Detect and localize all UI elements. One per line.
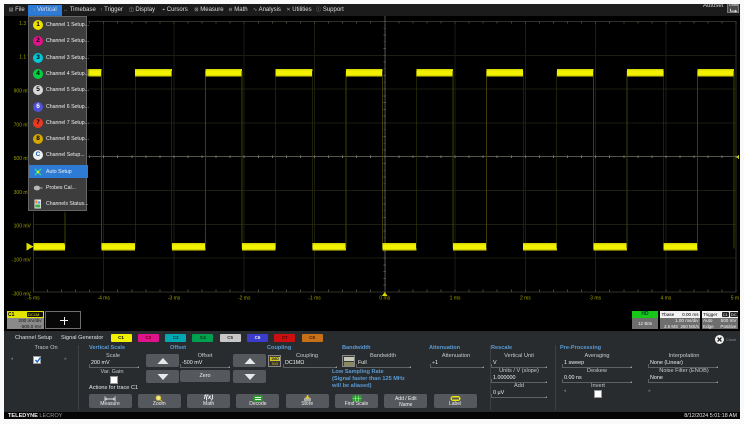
svg-text:-100 mV: -100 mV — [12, 258, 32, 264]
svg-text:0 ms: 0 ms — [379, 295, 390, 301]
svg-text:-5 ms: -5 ms — [27, 295, 40, 301]
svg-text:3 ms: 3 ms — [590, 295, 601, 301]
svg-text:4 ms: 4 ms — [660, 295, 671, 301]
svg-text:-3 ms: -3 ms — [168, 295, 181, 301]
svg-text:5 ms: 5 ms — [731, 295, 739, 301]
svg-text:-1 ms: -1 ms — [308, 295, 321, 301]
svg-text:-2 ms: -2 ms — [238, 295, 251, 301]
svg-text:100 mV: 100 mV — [14, 224, 32, 230]
svg-text:1 ms: 1 ms — [450, 295, 461, 301]
svg-text:2 ms: 2 ms — [520, 295, 531, 301]
svg-text:-4 ms: -4 ms — [97, 295, 110, 301]
